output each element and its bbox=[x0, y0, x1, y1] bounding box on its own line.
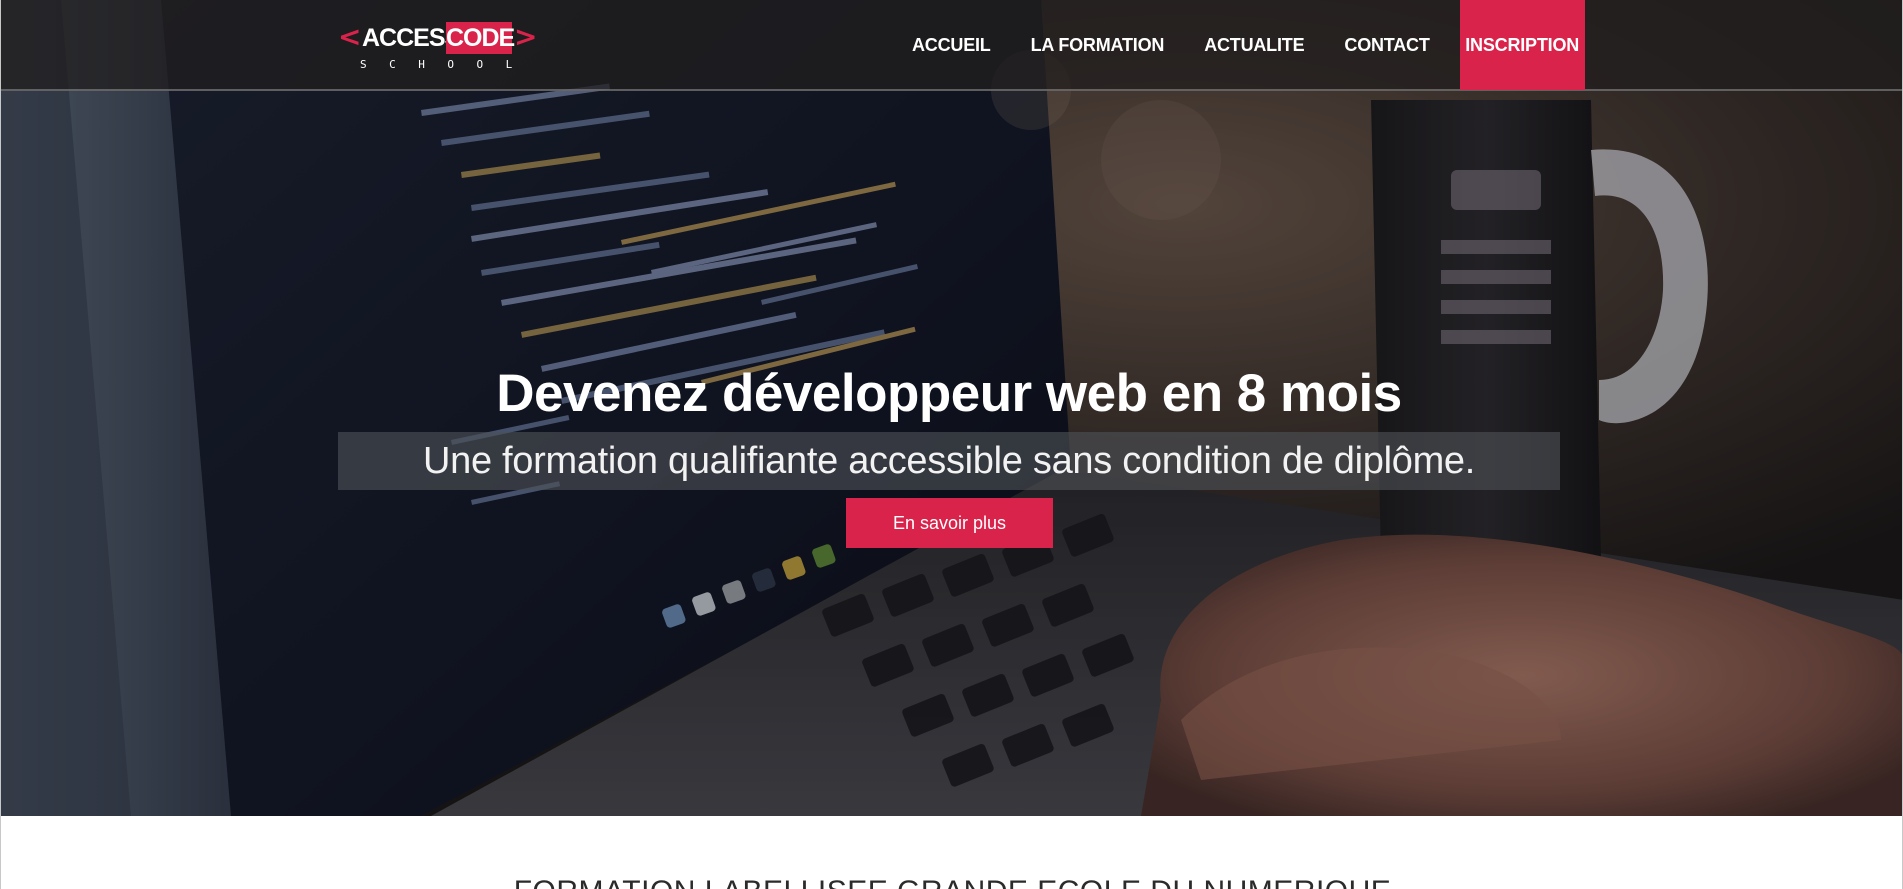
navbar: < ACCESS CODE > SCHOOL ACCUEIL LA FORMAT… bbox=[1, 0, 1902, 91]
nav-item-actualite[interactable]: ACTUALITE bbox=[1184, 0, 1324, 90]
brand-logo[interactable]: < ACCESS CODE > SCHOOL bbox=[338, 20, 538, 74]
hero-section: Devenez développeur web en 8 mois Une fo… bbox=[1, 0, 1902, 816]
page: Devenez développeur web en 8 mois Une fo… bbox=[0, 0, 1903, 889]
nav-item-contact[interactable]: CONTACT bbox=[1324, 0, 1449, 90]
hero-subtitle: Une formation qualifiante accessible san… bbox=[422, 440, 1476, 482]
logo-word-code: CODE bbox=[446, 22, 515, 54]
logo-word-school: SCHOOL bbox=[360, 58, 535, 71]
nav-item-accueil[interactable]: ACCUEIL bbox=[892, 0, 1011, 90]
nav-item-la-formation[interactable]: LA FORMATION bbox=[1011, 0, 1185, 90]
nav-item-inscription[interactable]: INSCRIPTION bbox=[1459, 0, 1585, 90]
logo-bracket-left: < bbox=[338, 20, 362, 53]
section-title: FORMATION LABELLISEE GRANDE ECOLE DU NUM… bbox=[1, 874, 1902, 889]
logo-bracket-right: > bbox=[514, 20, 538, 53]
learn-more-button[interactable]: En savoir plus bbox=[846, 498, 1053, 548]
main-nav: ACCUEIL LA FORMATION ACTUALITE CONTACT I… bbox=[892, 0, 1585, 90]
hero-title: Devenez développeur web en 8 mois bbox=[496, 364, 1402, 423]
